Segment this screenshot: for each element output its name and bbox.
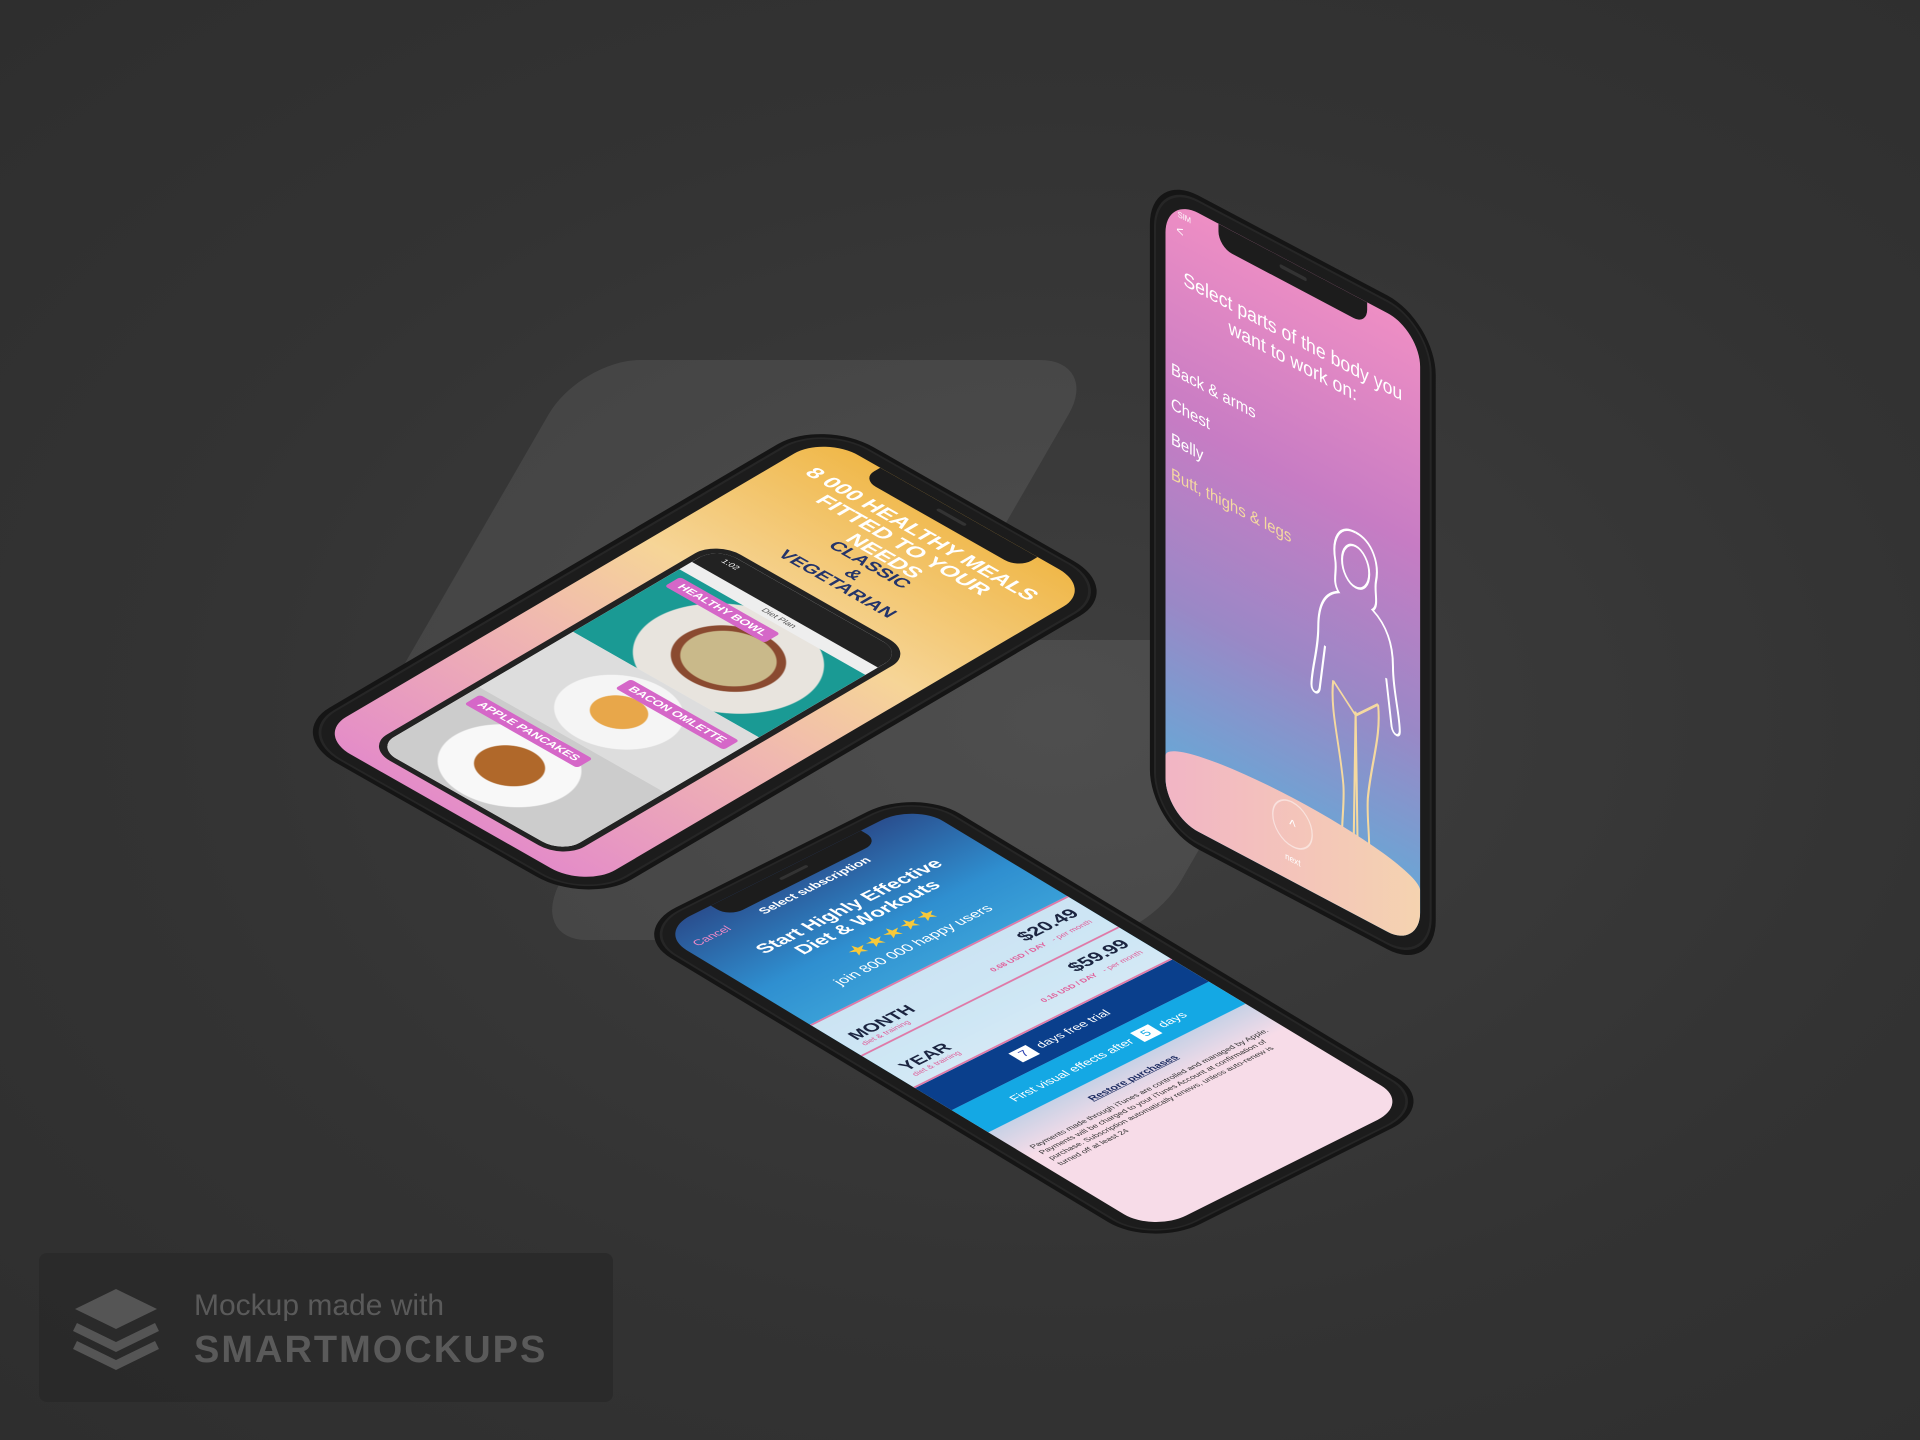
watermark: Mockup made with SMARTMOCKUPS: [39, 1253, 613, 1402]
watermark-line2: SMARTMOCKUPS: [194, 1329, 548, 1371]
body-screen: SIM < Select parts of the body you want …: [1165, 195, 1421, 950]
watermark-line1: Mockup made with: [194, 1289, 445, 1322]
layers-logo-icon: [73, 1289, 159, 1371]
back-button[interactable]: <: [1176, 221, 1183, 241]
body-options: Back & arms Chest Belly Butt, thighs & l…: [1171, 351, 1291, 555]
